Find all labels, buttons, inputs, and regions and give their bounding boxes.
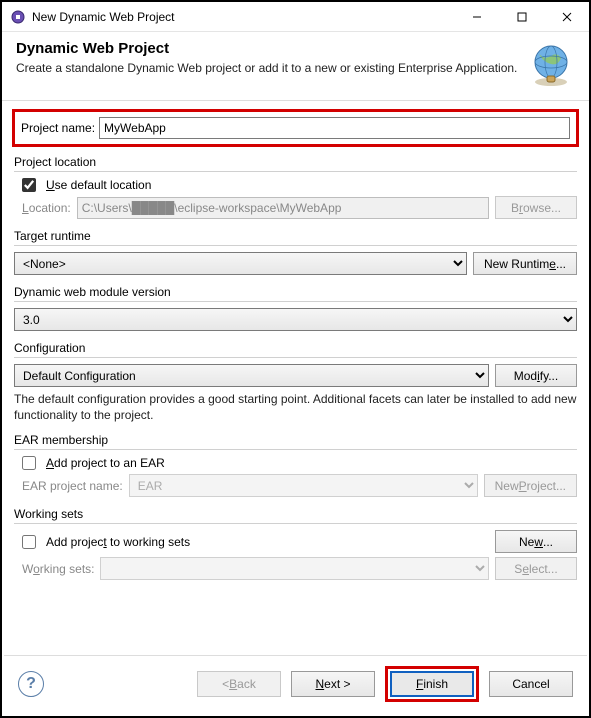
target-runtime-group: Target runtime <None> New Runtime... xyxy=(12,229,579,275)
banner-title: Dynamic Web Project xyxy=(16,40,519,57)
finish-highlight: Finish xyxy=(385,666,479,702)
add-to-ear-checkbox[interactable] xyxy=(22,456,36,470)
new-runtime-button[interactable]: New Runtime... xyxy=(473,252,577,275)
group-title: Target runtime xyxy=(14,229,577,246)
title-bar: New Dynamic Web Project xyxy=(2,2,589,32)
maximize-button[interactable] xyxy=(499,2,544,32)
select-working-sets-button: Select... xyxy=(495,557,577,580)
location-input xyxy=(77,197,489,219)
add-to-working-sets-label[interactable]: Add project to working sets xyxy=(46,535,190,549)
project-location-group: Project location Use default location Lo… xyxy=(12,155,579,219)
back-button: < Back xyxy=(197,671,281,697)
browse-button: Browse... xyxy=(495,196,577,219)
use-default-location-checkbox[interactable] xyxy=(22,178,36,192)
module-version-group: Dynamic web module version 3.0 xyxy=(12,285,579,331)
ear-project-name-label: EAR project name: xyxy=(22,479,123,493)
group-title: Configuration xyxy=(14,341,577,358)
help-icon[interactable]: ? xyxy=(18,671,44,697)
project-name-input[interactable] xyxy=(99,117,570,139)
module-version-select[interactable]: 3.0 xyxy=(14,308,577,331)
target-runtime-select[interactable]: <None> xyxy=(14,252,467,275)
location-label: Location: xyxy=(22,201,71,215)
new-ear-project-button: New Project... xyxy=(484,474,577,497)
configuration-select[interactable]: Default Configuration xyxy=(14,364,489,387)
add-to-ear-label[interactable]: Add project to an EAR xyxy=(46,456,165,470)
globe-icon xyxy=(527,40,575,88)
new-working-set-button[interactable]: New... xyxy=(495,530,577,553)
project-name-row: Project name: xyxy=(12,109,579,147)
close-button[interactable] xyxy=(544,2,589,32)
group-title: Project location xyxy=(14,155,577,172)
ear-project-name-select: EAR xyxy=(129,474,478,497)
configuration-description: The default configuration provides a goo… xyxy=(14,391,577,423)
wizard-footer: ? < Back Next > Finish Cancel xyxy=(4,655,587,714)
window-title: New Dynamic Web Project xyxy=(32,10,454,24)
use-default-location-label[interactable]: Use default location xyxy=(46,178,151,192)
add-to-working-sets-checkbox[interactable] xyxy=(22,535,36,549)
wizard-banner: Dynamic Web Project Create a standalone … xyxy=(2,32,589,101)
app-icon xyxy=(10,9,26,25)
working-sets-label: Working sets: xyxy=(22,562,94,576)
working-sets-select xyxy=(100,557,489,580)
configuration-group: Configuration Default Configuration Modi… xyxy=(12,341,579,423)
modify-button[interactable]: Modify... xyxy=(495,364,577,387)
banner-description: Create a standalone Dynamic Web project … xyxy=(16,61,519,75)
cancel-button[interactable]: Cancel xyxy=(489,671,573,697)
minimize-button[interactable] xyxy=(454,2,499,32)
finish-button[interactable]: Finish xyxy=(390,671,474,697)
project-name-label: Project name: xyxy=(21,121,95,135)
next-button[interactable]: Next > xyxy=(291,671,375,697)
ear-membership-group: EAR membership Add project to an EAR EAR… xyxy=(12,433,579,497)
group-title: Working sets xyxy=(14,507,577,524)
working-sets-group: Working sets Add project to working sets… xyxy=(12,507,579,580)
group-title: Dynamic web module version xyxy=(14,285,577,302)
group-title: EAR membership xyxy=(14,433,577,450)
